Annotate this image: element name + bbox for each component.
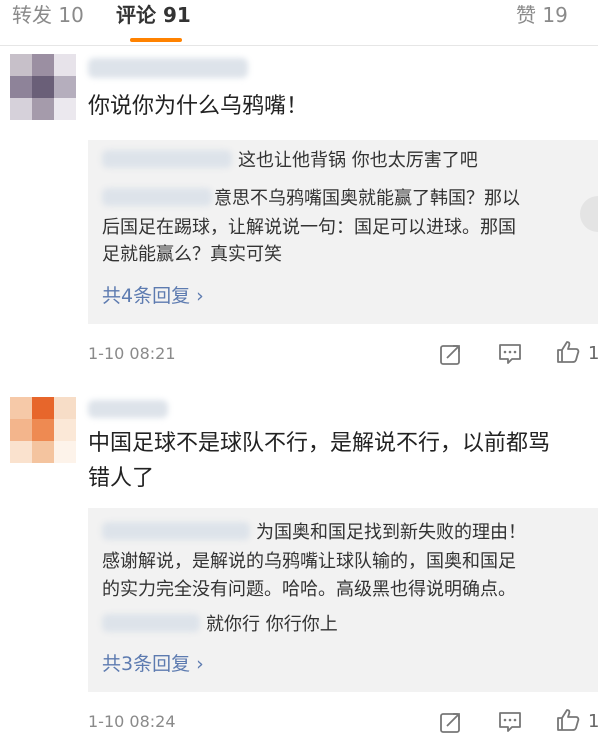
view-replies-link[interactable]: 共3条回复 ›: [102, 651, 204, 677]
reply-text: 为国奥和国足找到新失败的理由！: [256, 522, 526, 543]
comment-timestamp: 1-10 08:21: [88, 344, 176, 363]
tab-repost[interactable]: 转发 10: [12, 2, 84, 28]
tab-likes[interactable]: 赞 19: [516, 2, 568, 28]
view-replies-link[interactable]: 共4条回复 ›: [102, 283, 204, 309]
comment-tabs: 转发 10 评论 91 赞 19: [0, 0, 598, 45]
comment-timestamp: 1-10 08:24: [88, 712, 176, 731]
reply-text: 足就能赢么？真实可笑: [102, 244, 282, 265]
reply-text: 的实力完全没有问题。哈哈。高级黑也得说明确点。: [102, 579, 516, 600]
like-count: 1: [588, 343, 598, 364]
reply-username-redacted: [102, 150, 232, 168]
reply-text: 后国足在踢球，让解说说一句：国足可以进球。那国: [102, 217, 516, 238]
reply-text: 就你行 你行你上: [206, 614, 338, 635]
reply-text: 感谢解说，是解说的乌鸦嘴让球队输的，国奥和国足: [102, 551, 516, 572]
reply-box[interactable]: 为国奥和国足找到新失败的理由！ 感谢解说，是解说的乌鸦嘴让球队输的，国奥和国足 …: [88, 508, 598, 692]
comment-icon[interactable]: [497, 709, 523, 735]
active-tab-indicator: [130, 38, 182, 42]
comment-text: 错人了: [88, 466, 155, 491]
like-count: 1: [588, 711, 598, 732]
repost-icon[interactable]: [438, 709, 464, 735]
comment-text: 你说你为什么乌鸦嘴！: [88, 94, 309, 119]
avatar[interactable]: [10, 397, 76, 463]
comment-icon[interactable]: [497, 341, 523, 367]
reply-text: 意思不乌鸦嘴国奥就能赢了韩国？那以: [214, 188, 520, 209]
reply-username-redacted: [102, 522, 250, 540]
reply-text: 这也让他背锅 你也太厉害了吧: [238, 150, 478, 171]
repost-icon[interactable]: [438, 341, 464, 367]
thumbs-up-icon[interactable]: [555, 707, 581, 733]
thumbs-up-icon[interactable]: [555, 339, 581, 365]
tab-comments[interactable]: 评论 91: [116, 2, 191, 28]
tabs-divider: [0, 45, 598, 46]
avatar[interactable]: [10, 54, 76, 120]
username-redacted: [88, 58, 248, 78]
comment-text: 中国足球不是球队不行，是解说不行，以前都骂: [88, 431, 551, 456]
reply-box[interactable]: 这也让他背锅 你也太厉害了吧 意思不乌鸦嘴国奥就能赢了韩国？那以 后国足在踢球，…: [88, 140, 598, 324]
reply-username-redacted: [102, 188, 212, 206]
username-redacted: [88, 400, 168, 418]
reply-username-redacted: [102, 614, 200, 632]
